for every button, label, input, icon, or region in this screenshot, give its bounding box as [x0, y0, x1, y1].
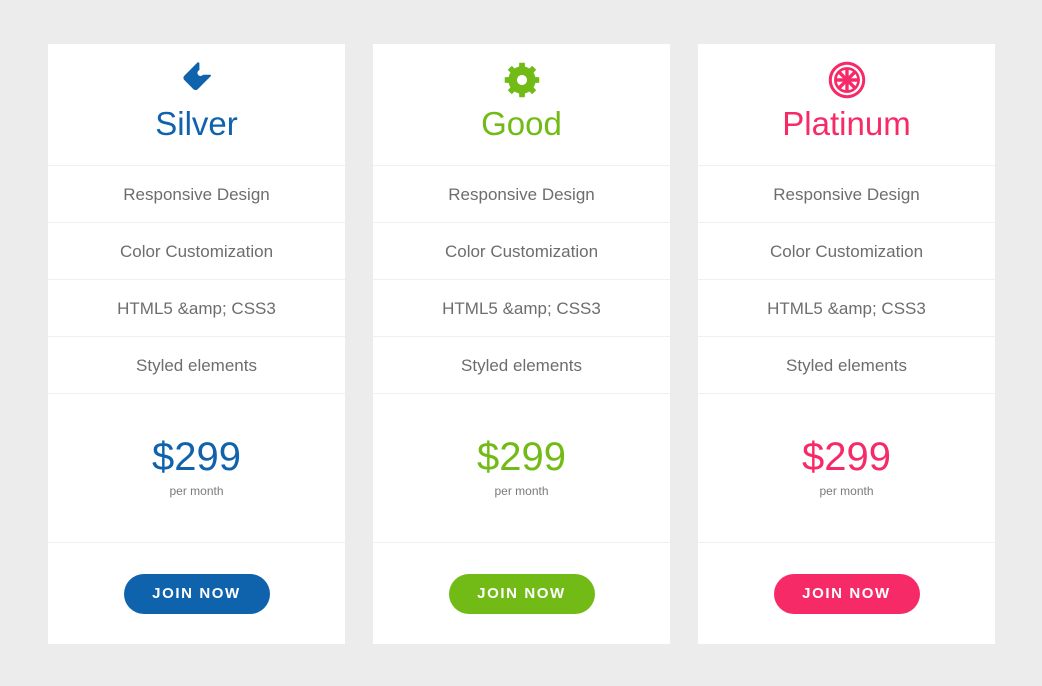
- price-amount: $299: [802, 434, 891, 479]
- feature-row: Responsive Design: [373, 166, 670, 223]
- card-header: Platinum: [698, 44, 995, 166]
- join-now-button[interactable]: JOIN NOW: [448, 573, 595, 614]
- price-period: per month: [169, 483, 224, 498]
- card-header: Silver: [48, 44, 345, 166]
- cta-block: JOIN NOW: [373, 543, 670, 644]
- price-period: per month: [494, 483, 549, 498]
- feature-row: Color Customization: [48, 223, 345, 280]
- feature-row: HTML5 &amp; CSS3: [698, 280, 995, 337]
- price-tag-icon: [177, 58, 217, 102]
- feature-row: Responsive Design: [48, 166, 345, 223]
- galactic-empire-icon: [828, 58, 866, 102]
- price-block: $299 per month: [373, 394, 670, 543]
- pricing-card-platinum: Platinum Responsive Design Color Customi…: [698, 44, 995, 644]
- plan-title: Silver: [155, 105, 238, 142]
- feature-row: Color Customization: [373, 223, 670, 280]
- feature-row: HTML5 &amp; CSS3: [373, 280, 670, 337]
- join-now-button[interactable]: JOIN NOW: [773, 573, 920, 614]
- feature-row: Responsive Design: [698, 166, 995, 223]
- feature-row: Styled elements: [373, 337, 670, 394]
- price-block: $299 per month: [698, 394, 995, 543]
- pricing-table: Silver Responsive Design Color Customiza…: [0, 0, 1042, 686]
- card-header: Good: [373, 44, 670, 166]
- join-now-button[interactable]: JOIN NOW: [123, 573, 270, 614]
- feature-row: HTML5 &amp; CSS3: [48, 280, 345, 337]
- feature-row: Styled elements: [698, 337, 995, 394]
- price-amount: $299: [477, 434, 566, 479]
- pricing-card-good: Good Responsive Design Color Customizati…: [373, 44, 670, 644]
- price-period: per month: [819, 483, 874, 498]
- feature-row: Styled elements: [48, 337, 345, 394]
- plan-title: Good: [481, 105, 562, 142]
- cta-block: JOIN NOW: [48, 543, 345, 644]
- gear-icon: [504, 58, 540, 102]
- feature-row: Color Customization: [698, 223, 995, 280]
- price-block: $299 per month: [48, 394, 345, 543]
- price-amount: $299: [152, 434, 241, 479]
- pricing-card-silver: Silver Responsive Design Color Customiza…: [48, 44, 345, 644]
- plan-title: Platinum: [782, 105, 911, 142]
- cta-block: JOIN NOW: [698, 543, 995, 644]
